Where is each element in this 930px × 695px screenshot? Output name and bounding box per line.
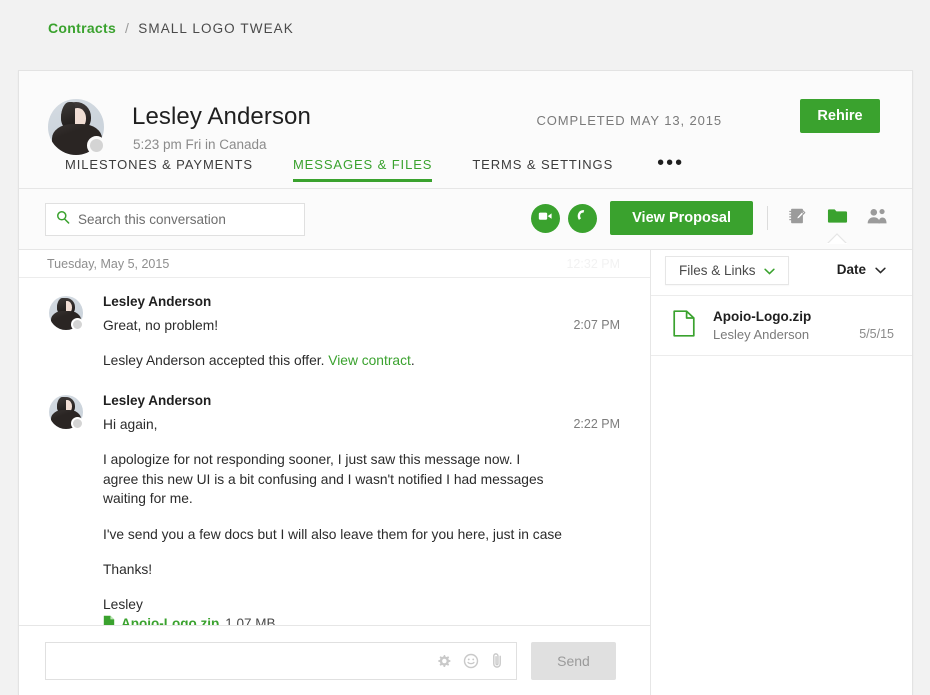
message-author: Lesley Anderson <box>103 294 620 309</box>
file-owner: Lesley Anderson <box>713 327 859 342</box>
tab-bar: MILESTONES & PAYMENTS MESSAGES & FILES T… <box>19 157 684 188</box>
date-divider-ghost-time: 12:32 PM <box>566 257 620 271</box>
chevron-down-icon <box>764 263 775 278</box>
status-badge: COMPLETED MAY 13, 2015 <box>537 113 723 128</box>
breadcrumb-link-contracts[interactable]: Contracts <box>48 20 116 36</box>
page-title: Lesley Anderson <box>132 103 311 131</box>
avatar[interactable] <box>49 395 83 429</box>
message-timestamp: 2:22 PM <box>573 417 620 431</box>
breadcrumb: Contracts / SMALL LOGO TWEAK <box>48 20 294 36</box>
file-attachment-icon <box>103 615 115 626</box>
notes-button[interactable] <box>784 205 810 231</box>
tab-overflow-menu-icon[interactable]: ••• <box>657 157 684 169</box>
event-prefix: Lesley Anderson accepted this offer. <box>103 353 328 368</box>
avatar[interactable] <box>48 99 104 155</box>
message-text: Great, no problem! <box>103 316 620 335</box>
file-name: Apoio-Logo.zip <box>713 309 859 324</box>
phone-call-button[interactable] <box>568 204 597 233</box>
breadcrumb-separator: / <box>125 20 129 36</box>
view-contract-link[interactable]: View contract <box>328 353 411 368</box>
avatar[interactable] <box>49 296 83 330</box>
files-sort-control[interactable]: Date <box>837 262 886 277</box>
offline-status-dot <box>87 136 106 155</box>
video-camera-icon <box>538 209 553 227</box>
message-text: I've send you a few docs but I will also… <box>103 525 620 544</box>
attachment-size: 1.07 MB <box>225 616 275 625</box>
files-sidebar-header: Files & Links Date <box>651 250 912 296</box>
paperclip-icon[interactable] <box>490 652 504 669</box>
message-item: Lesley Anderson 2:07 PM Great, no proble… <box>19 294 650 370</box>
message-text: Hi again, <box>103 415 620 434</box>
conversation-toolbar: View Proposal <box>19 188 912 250</box>
file-info: Apoio-Logo.zip Lesley Anderson <box>713 309 859 342</box>
chevron-down-icon <box>875 262 886 277</box>
message-composer: Send <box>19 625 650 695</box>
toolbar-divider <box>767 206 768 230</box>
file-date: 5/5/15 <box>859 327 894 341</box>
list-item[interactable]: Apoio-Logo.zip Lesley Anderson 5/5/15 <box>651 296 912 356</box>
search-box[interactable] <box>45 203 305 236</box>
tab-milestones-payments[interactable]: MILESTONES & PAYMENTS <box>65 157 253 182</box>
phone-icon <box>575 208 590 228</box>
offline-status-dot <box>71 417 84 430</box>
message-text: I apologize for not responding sooner, I… <box>103 450 558 509</box>
person-local-time: 5:23 pm Fri in Canada <box>133 137 267 152</box>
breadcrumb-current: SMALL LOGO TWEAK <box>138 21 294 36</box>
date-divider-label: Tuesday, May 5, 2015 <box>47 257 169 271</box>
document-icon <box>673 310 695 342</box>
send-button[interactable]: Send <box>531 642 616 680</box>
event-suffix: . <box>411 353 415 368</box>
people-icon <box>866 207 888 230</box>
files-sort-label: Date <box>837 262 866 277</box>
search-input[interactable] <box>78 212 278 227</box>
message-attachment[interactable]: Apoio-Logo.zip 1.07 MB <box>103 615 620 626</box>
tab-terms-settings[interactable]: TERMS & SETTINGS <box>472 157 613 182</box>
contract-header: Lesley Anderson 5:23 pm Fri in Canada CO… <box>19 71 912 188</box>
participants-button[interactable] <box>864 205 890 231</box>
toolbar-actions: View Proposal <box>531 201 890 235</box>
message-timestamp: 2:07 PM <box>573 318 620 332</box>
view-proposal-button[interactable]: View Proposal <box>610 201 753 235</box>
folder-icon <box>827 207 848 230</box>
rehire-button[interactable]: Rehire <box>800 99 880 133</box>
date-divider: Tuesday, May 5, 2015 12:32 PM <box>19 250 650 278</box>
gear-icon[interactable] <box>436 653 452 669</box>
offline-status-dot <box>71 318 84 331</box>
notepad-edit-icon <box>787 206 807 231</box>
video-call-button[interactable] <box>531 204 560 233</box>
files-panel-button[interactable] <box>824 205 850 231</box>
message-item: Lesley Anderson 2:22 PM Hi again, I apol… <box>19 393 650 625</box>
files-sidebar: Files & Links Date <box>651 250 912 695</box>
message-column: Tuesday, May 5, 2015 12:32 PM Lesley And… <box>19 250 651 695</box>
conversation-body: Tuesday, May 5, 2015 12:32 PM Lesley And… <box>19 250 912 695</box>
message-list: Lesley Anderson 2:07 PM Great, no proble… <box>19 278 650 625</box>
composer-input-wrap[interactable] <box>45 642 517 680</box>
contract-card: Lesley Anderson 5:23 pm Fri in Canada CO… <box>18 70 913 695</box>
tab-messages-files[interactable]: MESSAGES & FILES <box>293 157 432 182</box>
message-event-text: Lesley Anderson accepted this offer. Vie… <box>103 351 620 370</box>
active-panel-caret-icon <box>824 233 850 244</box>
message-author: Lesley Anderson <box>103 393 620 408</box>
files-filter-dropdown[interactable]: Files & Links <box>665 256 789 285</box>
smiley-icon[interactable] <box>463 653 479 669</box>
message-text: Lesley <box>103 595 620 614</box>
message-text: Thanks! <box>103 560 620 579</box>
search-icon <box>56 210 70 229</box>
attachment-name[interactable]: Apoio-Logo.zip <box>121 616 219 625</box>
files-filter-label: Files & Links <box>679 263 756 278</box>
